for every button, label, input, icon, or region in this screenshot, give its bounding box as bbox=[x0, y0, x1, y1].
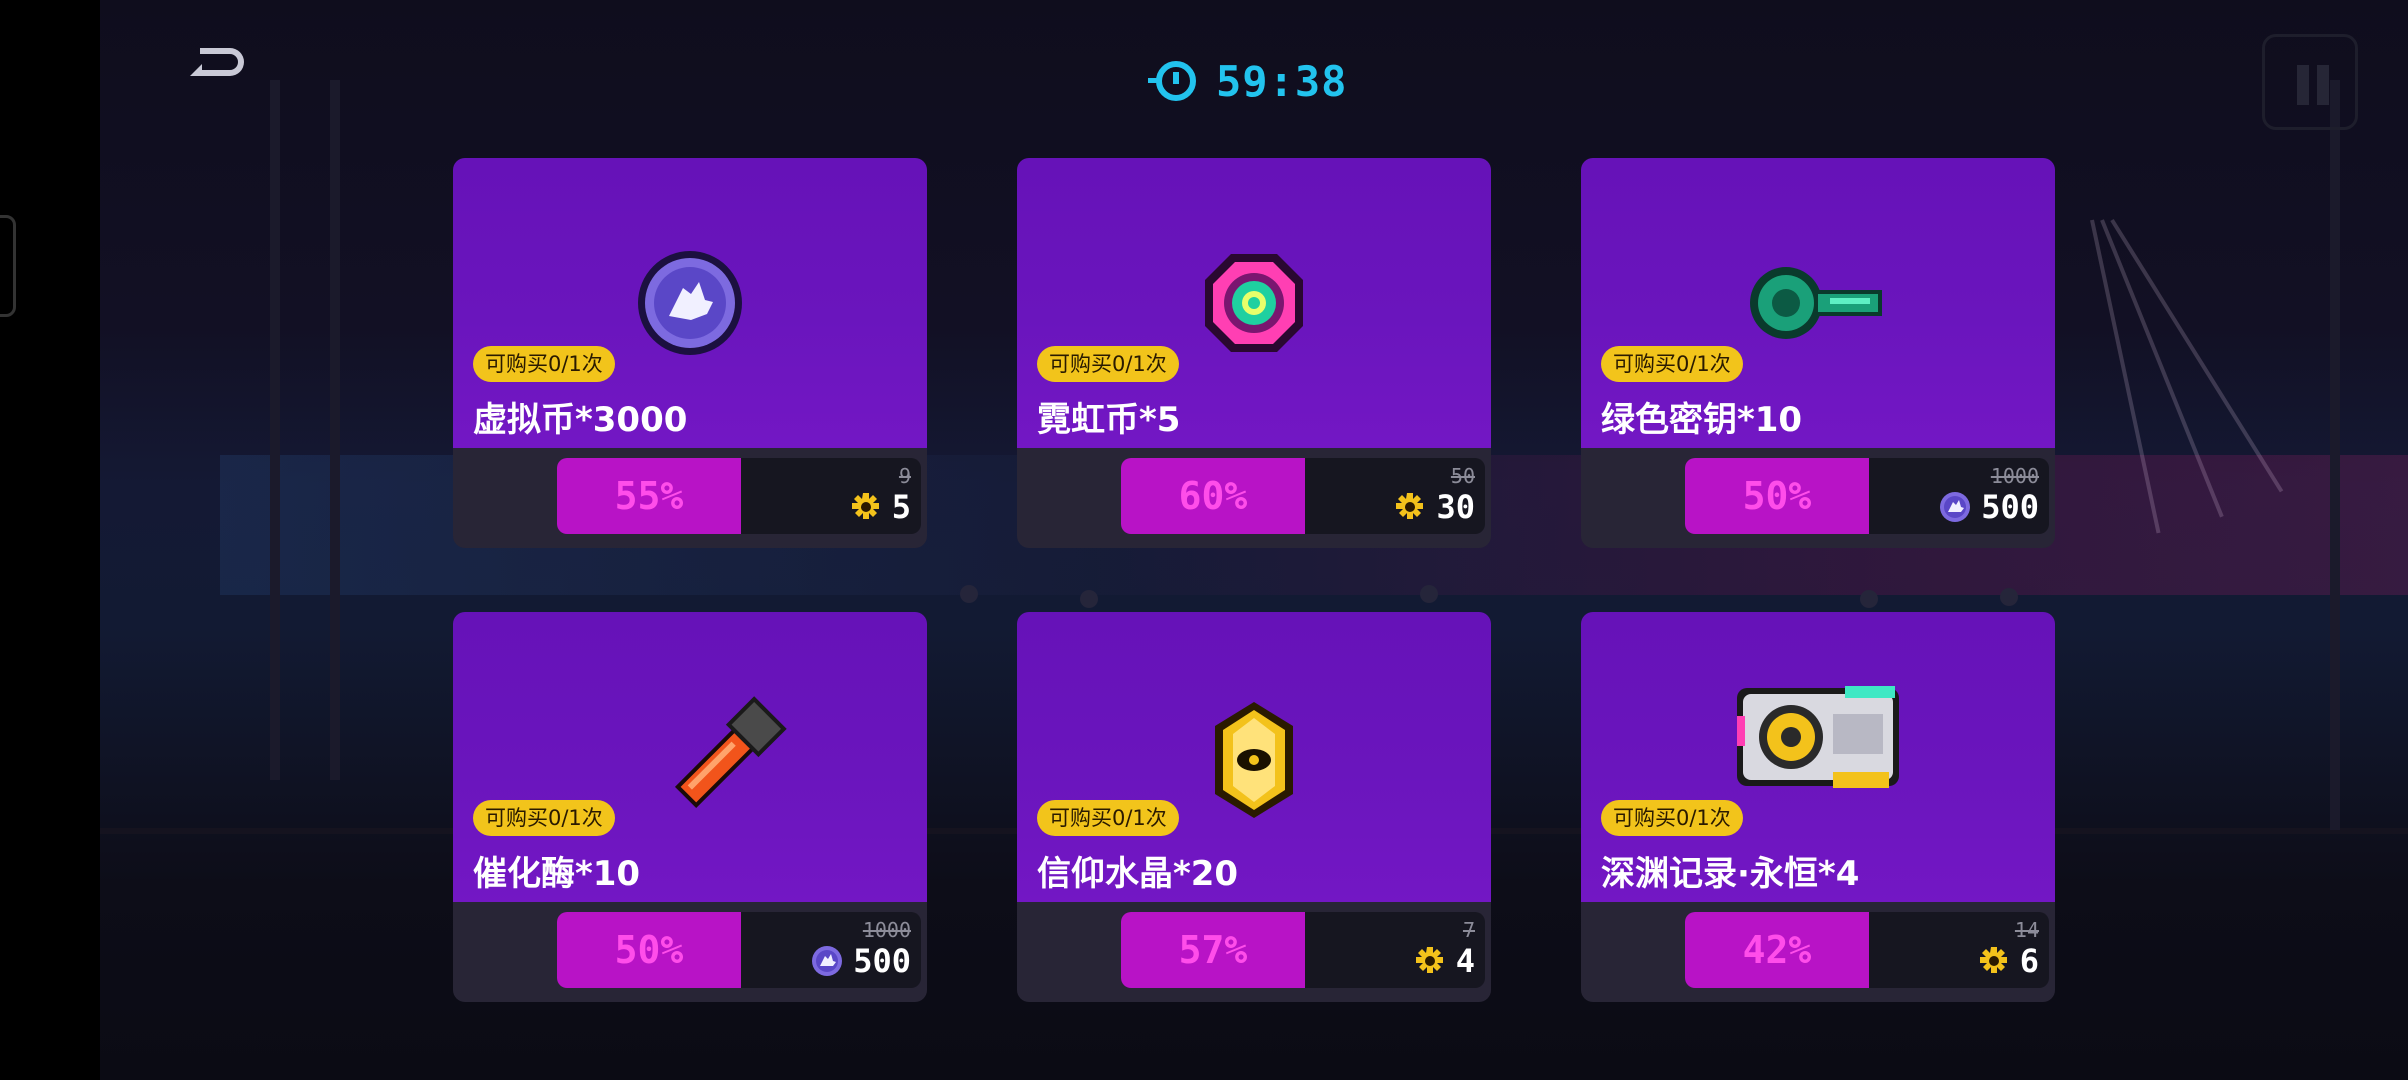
item-name: 绿色密钥*10 bbox=[1601, 400, 1803, 440]
original-price: 9 bbox=[898, 464, 911, 488]
timer-value: 59:38 bbox=[1216, 56, 1348, 106]
discount-label: 55% bbox=[557, 458, 741, 534]
price-box[interactable]: 50% 1000 500 bbox=[1685, 458, 2049, 534]
gold-gear-icon bbox=[1396, 493, 1424, 519]
purchase-limit-badge: 可购买0/1次 bbox=[1037, 800, 1179, 836]
gold-gear-icon bbox=[851, 493, 879, 519]
purchase-limit-badge: 可购买0/1次 bbox=[473, 800, 615, 836]
price: 4 bbox=[1414, 942, 1475, 980]
price: 500 bbox=[1939, 488, 2039, 526]
item-name: 深渊记录·永恒*4 bbox=[1601, 854, 1860, 894]
price-box[interactable]: 50% 1000 500 bbox=[557, 912, 921, 988]
price-value: 4 bbox=[1455, 942, 1475, 980]
original-price: 14 bbox=[2014, 918, 2039, 942]
pause-bar-icon bbox=[2297, 65, 2309, 105]
pause-button[interactable] bbox=[2262, 34, 2358, 130]
timer-clock-icon bbox=[1148, 61, 1196, 101]
back-button[interactable] bbox=[186, 36, 256, 84]
price-box[interactable]: 42% 14 6 bbox=[1685, 912, 2049, 988]
price: 500 bbox=[811, 942, 911, 980]
purchase-limit-badge: 可购买0/1次 bbox=[1037, 346, 1179, 382]
discount-label: 50% bbox=[1685, 458, 1869, 534]
shop-card-green-key[interactable]: 可购买0/1次 绿色密钥*10 50% 1000 500 bbox=[1581, 158, 2055, 548]
discount-label: 60% bbox=[1121, 458, 1305, 534]
gold-gear-icon bbox=[1415, 947, 1443, 973]
event-timer: 59:38 bbox=[1146, 56, 1347, 106]
price-box[interactable]: 60% 50 30 bbox=[1121, 458, 1485, 534]
purchase-limit-badge: 可购买0/1次 bbox=[473, 346, 615, 382]
pause-bar-icon bbox=[2317, 65, 2329, 105]
item-name: 虚拟币*3000 bbox=[473, 400, 688, 440]
price-box[interactable]: 55% 9 5 bbox=[557, 458, 921, 534]
price-value: 5 bbox=[891, 488, 911, 526]
purchase-limit-badge: 可购买0/1次 bbox=[1601, 346, 1743, 382]
edge-handle[interactable] bbox=[0, 215, 16, 317]
price: 5 bbox=[850, 488, 911, 526]
price: 6 bbox=[1978, 942, 2039, 980]
original-price: 50 bbox=[1450, 464, 1475, 488]
shop-card-faith-crystal[interactable]: 可购买0/1次 信仰水晶*20 57% 7 4 bbox=[1017, 612, 1491, 1002]
item-name: 催化酶*10 bbox=[473, 854, 641, 894]
shop-card-catalyst[interactable]: 可购买0/1次 催化酶*10 50% 1000 500 bbox=[453, 612, 927, 1002]
system-edge-bar bbox=[0, 0, 100, 1080]
price-value: 30 bbox=[1436, 488, 1475, 526]
virtual-coin-icon bbox=[812, 946, 843, 976]
shop-card-abyss-record[interactable]: 可购买0/1次 深渊记录·永恒*4 42% 14 6 bbox=[1581, 612, 2055, 1002]
original-price: 1000 bbox=[1990, 464, 2039, 488]
back-arrow-icon bbox=[190, 48, 244, 76]
item-name: 信仰水晶*20 bbox=[1037, 854, 1239, 894]
price-value: 6 bbox=[2019, 942, 2039, 980]
virtual-coin-icon bbox=[1940, 492, 1971, 522]
discount-label: 42% bbox=[1685, 912, 1869, 988]
item-name: 霓虹币*5 bbox=[1037, 400, 1181, 440]
price-value: 500 bbox=[853, 942, 911, 980]
shop-card-neon-coin[interactable]: 可购买0/1次 霓虹币*5 60% 50 30 bbox=[1017, 158, 1491, 548]
discount-label: 57% bbox=[1121, 912, 1305, 988]
original-price: 1000 bbox=[862, 918, 911, 942]
original-price: 7 bbox=[1462, 918, 1475, 942]
shop-card-virtual-coin[interactable]: 可购买0/1次 虚拟币*3000 55% 9 5 bbox=[453, 158, 927, 548]
purchase-limit-badge: 可购买0/1次 bbox=[1601, 800, 1743, 836]
discount-label: 50% bbox=[557, 912, 741, 988]
gold-gear-icon bbox=[1979, 947, 2007, 973]
price-value: 500 bbox=[1981, 488, 2039, 526]
price-box[interactable]: 57% 7 4 bbox=[1121, 912, 1485, 988]
price: 30 bbox=[1394, 488, 1475, 526]
